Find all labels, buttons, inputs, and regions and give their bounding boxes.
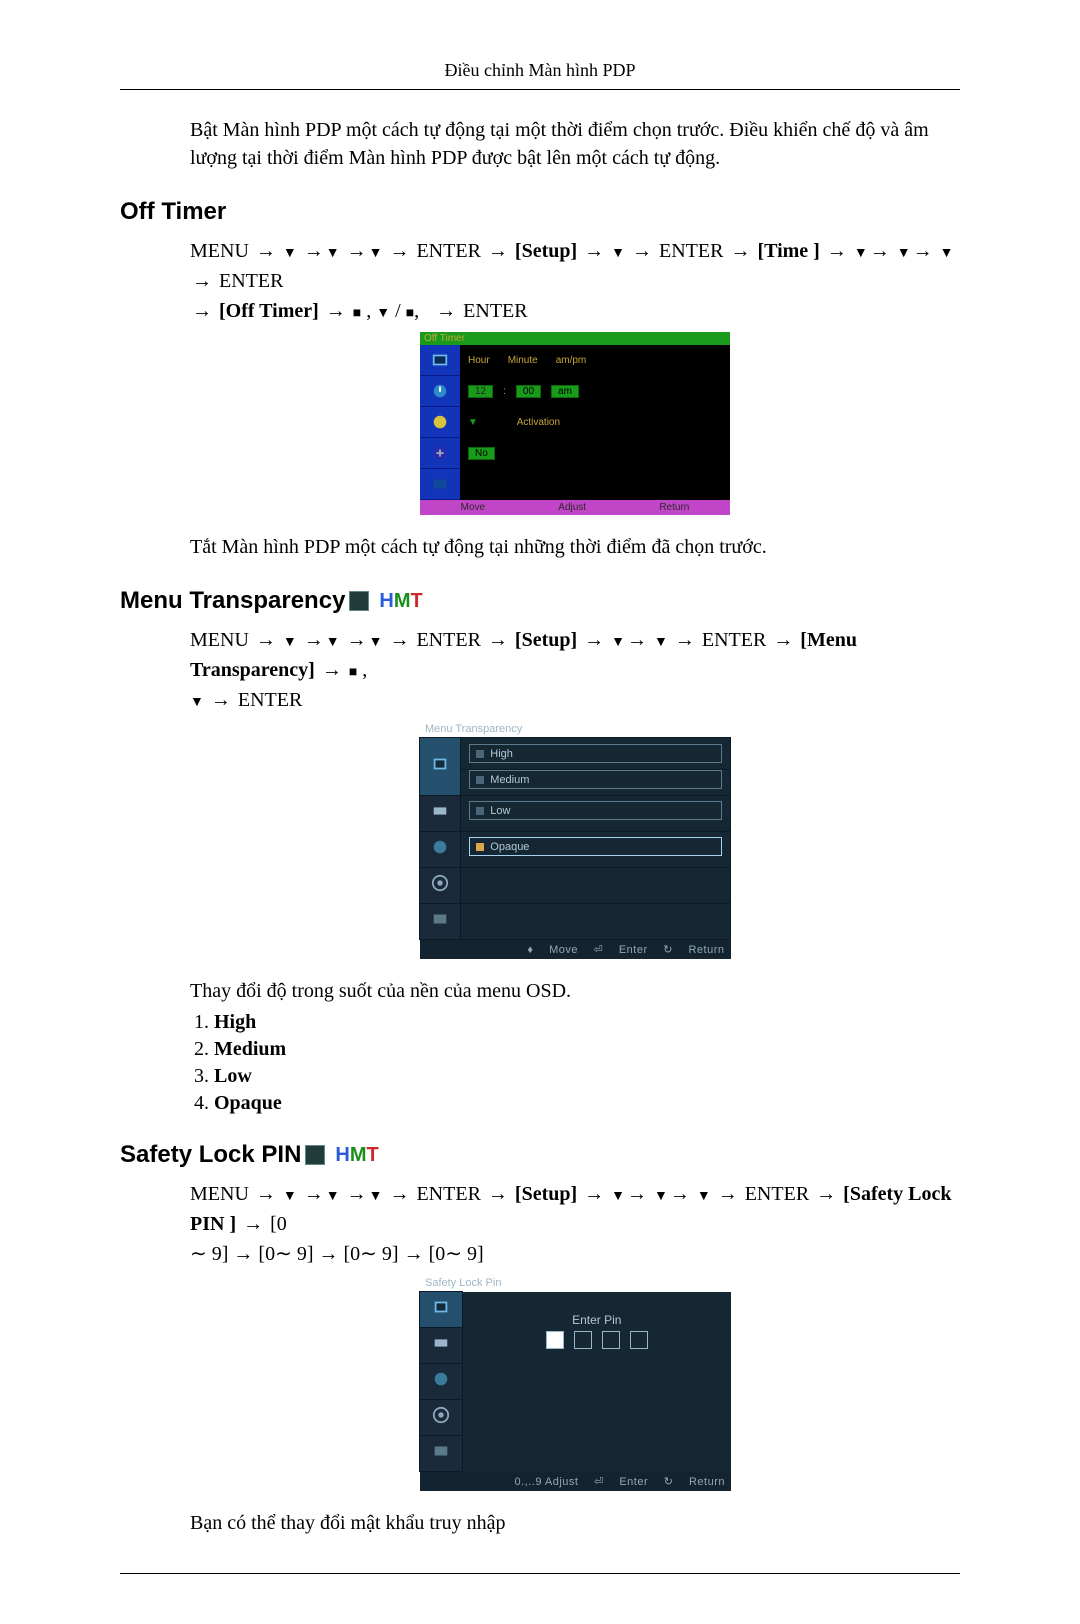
- osd-footer-return: ↻ Return: [663, 944, 724, 956]
- osd-ampm-value[interactable]: am: [551, 385, 579, 398]
- transparency-options-list: High Medium Low Opaque: [214, 1011, 960, 1115]
- menu-path-off-timer: MENU → ▼ →▼ →▼ → ENTER → [Setup] → ▼ → E…: [190, 236, 960, 326]
- osd-tab-icon: [420, 904, 461, 940]
- hmt-icon: HMT: [335, 1144, 378, 1167]
- pin-digit-2[interactable]: [574, 1331, 592, 1349]
- intro-paragraph: Bật Màn hình PDP một cách tự động tại mộ…: [190, 116, 960, 172]
- osd-option-high[interactable]: High: [469, 744, 722, 763]
- osd-title-bar: Menu Transparency: [419, 721, 731, 737]
- osd-option-medium[interactable]: Medium: [469, 770, 722, 789]
- osd-footer-move: Move: [461, 502, 485, 513]
- osd-safety-lock-pin: Safety Lock Pin Enter Pin: [419, 1275, 731, 1491]
- osd-col-hour: Hour: [468, 355, 490, 366]
- menu-path-menu-transparency: MENU → ▼ →▼ →▼ → ENTER → [Setup] → ▼→ ▼ …: [190, 625, 960, 715]
- header-rule: [120, 89, 960, 90]
- osd-tab-icon: [420, 1400, 463, 1436]
- pin-digit-4[interactable]: [630, 1331, 648, 1349]
- osd-footer-return: ↻ Return: [664, 1476, 725, 1488]
- section-title-menu-transparency: Menu Transparency HMT: [120, 587, 960, 615]
- osd-option-opaque[interactable]: Opaque: [469, 837, 722, 856]
- osd-tab-icon: [420, 738, 461, 796]
- list-item: Opaque: [214, 1092, 960, 1115]
- osd-tab-icon: [420, 438, 460, 469]
- menu-path-safety-lock: MENU → ▼ →▼ →▼ → ENTER → [Setup] → ▼→ ▼→…: [190, 1179, 960, 1269]
- osd-option-low[interactable]: Low: [469, 801, 722, 820]
- osd-minute-value[interactable]: 00: [516, 385, 541, 398]
- list-item: High: [214, 1011, 960, 1034]
- osd-off-timer: Off Timer Hour Minute am/pm 12 : 00 am: [420, 332, 730, 515]
- osd-tab-icon: [420, 868, 461, 904]
- pin-digit-1[interactable]: [546, 1331, 564, 1349]
- safety-lock-description: Bạn có thể thay đổi mật khẩu truy nhập: [190, 1509, 960, 1537]
- osd-footer-enter: ⏎ Enter: [594, 1476, 648, 1488]
- osd-col-minute: Minute: [508, 355, 538, 366]
- section-badge-icon: [305, 1145, 325, 1165]
- osd-footer-enter: ⏎ Enter: [594, 944, 648, 956]
- osd-hour-value[interactable]: 12: [468, 385, 493, 398]
- osd-tab-icon: [420, 1364, 463, 1400]
- osd-footer-adjust: Adjust: [558, 502, 586, 513]
- osd-footer-bar: Move Adjust Return: [420, 500, 730, 515]
- osd-menu-transparency: Menu Transparency High Medium Low Opaque: [419, 721, 731, 959]
- list-item: Medium: [214, 1038, 960, 1061]
- osd-tab-icon: [420, 345, 460, 376]
- section-title-off-timer: Off Timer: [120, 198, 960, 226]
- osd-footer-return: Return: [659, 502, 689, 513]
- pin-digit-3[interactable]: [602, 1331, 620, 1349]
- osd-title-bar: Off Timer: [420, 332, 730, 345]
- off-timer-description: Tắt Màn hình PDP một cách tự động tại nh…: [190, 533, 960, 561]
- osd-footer-bar: 0.,..9 Adjust ⏎ Enter ↻ Return: [420, 1472, 732, 1492]
- osd-tab-icon: [420, 1436, 463, 1472]
- osd-tab-icon: [420, 376, 460, 407]
- list-item: Low: [214, 1065, 960, 1088]
- page-header: Điều chỉnh Màn hình PDP: [120, 60, 960, 81]
- document-page: Điều chỉnh Màn hình PDP Bật Màn hình PDP…: [0, 0, 1080, 1624]
- osd-title-bar: Safety Lock Pin: [419, 1275, 731, 1291]
- osd-footer-bar: ♦ Move ⏎ Enter ↻ Return: [420, 940, 731, 960]
- section-badge-icon: [349, 591, 369, 611]
- footer-rule: [120, 1573, 960, 1574]
- osd-activation-label: Activation: [517, 417, 560, 428]
- osd-tab-icon: [420, 796, 461, 832]
- osd-footer-move: ♦ Move: [527, 944, 578, 956]
- osd-tab-icon: [420, 1328, 463, 1364]
- menu-transparency-description: Thay đổi độ trong suốt của nền của menu …: [190, 977, 960, 1005]
- osd-tab-icon: [420, 407, 460, 438]
- osd-tab-icon: [420, 469, 460, 500]
- osd-col-ampm: am/pm: [556, 355, 587, 366]
- osd-footer-adjust: 0.,..9 Adjust: [515, 1476, 579, 1488]
- osd-enter-pin-label: Enter Pin: [464, 1313, 730, 1327]
- osd-tab-icon: [420, 1292, 463, 1328]
- osd-tab-icon: [420, 832, 461, 868]
- osd-pin-entry[interactable]: [546, 1331, 648, 1349]
- osd-activation-value[interactable]: No: [468, 447, 495, 460]
- section-title-safety-lock-pin: Safety Lock PIN HMT: [120, 1141, 960, 1169]
- hmt-icon: HMT: [379, 590, 422, 613]
